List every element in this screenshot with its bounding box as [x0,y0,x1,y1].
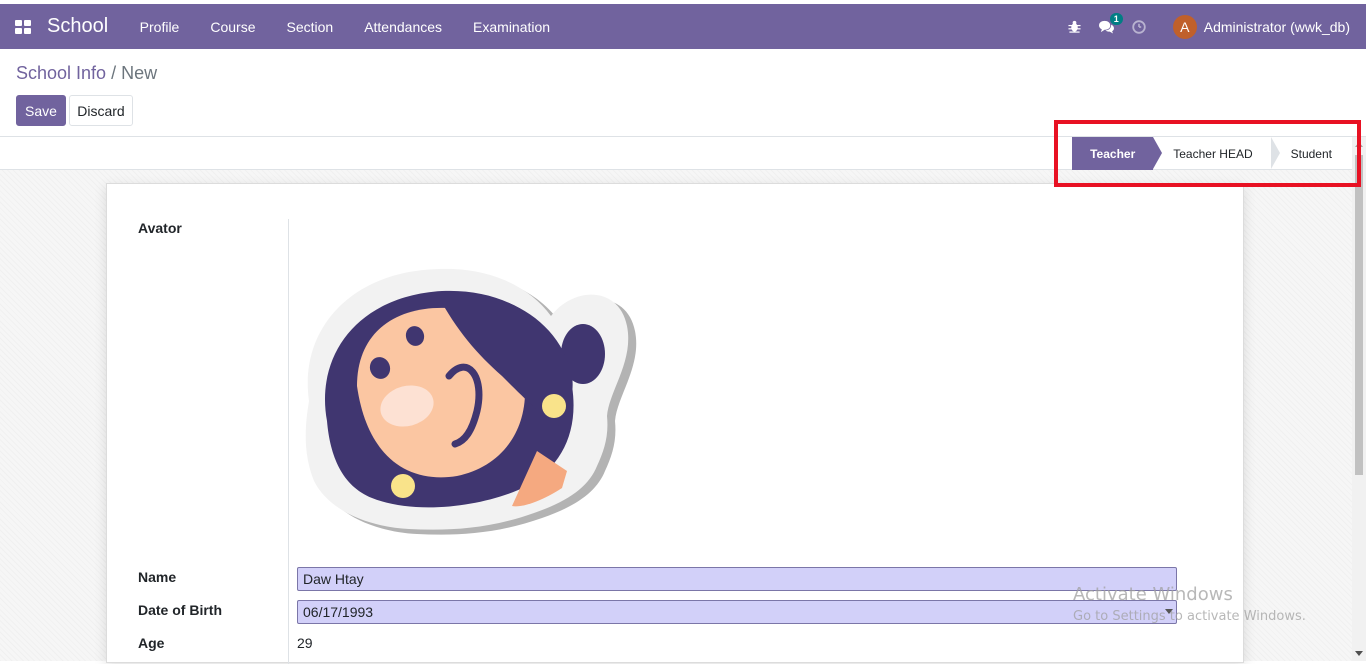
activity-clock-icon[interactable] [1123,4,1155,49]
menu-section[interactable]: Section [271,19,349,35]
name-label: Name [138,569,177,585]
save-button[interactable]: Save [16,95,66,126]
dob-label: Date of Birth [138,602,222,618]
avatar-image[interactable] [297,236,637,536]
dob-input[interactable]: 06/17/1993 [297,600,1177,624]
discard-button[interactable]: Discard [69,95,133,126]
scroll-thumb[interactable] [1355,155,1363,475]
top-navbar: School Profile Course Section Attendance… [0,4,1366,49]
app-brand[interactable]: School [47,15,108,38]
menu-attendances[interactable]: Attendances [349,19,458,35]
name-input[interactable]: Daw Htay [297,567,1177,591]
user-name: Administrator (wwk_db) [1203,18,1350,35]
windows-activation-watermark: Activate Windows Go to Settings to activ… [1073,584,1306,624]
age-value: 29 [297,635,313,651]
watermark-subtitle: Go to Settings to activate Windows. [1073,609,1306,624]
menu-course[interactable]: Course [195,19,271,35]
messages-icon[interactable]: 1 [1091,4,1123,49]
dob-value: 06/17/1993 [303,604,374,620]
label-divider [288,219,289,664]
menu-profile[interactable]: Profile [124,19,195,35]
systray: 1 A Administrator (wwk_db) [1059,4,1366,49]
breadcrumb-separator: / [111,63,117,83]
apps-menu-icon[interactable] [15,19,31,34]
debug-bug-icon[interactable] [1059,4,1091,49]
breadcrumb-parent[interactable]: School Info [16,63,106,83]
highlight-annotation-box [1054,120,1361,187]
breadcrumb: School Info / New [16,63,157,84]
age-label: Age [138,635,165,651]
page-scrollbar[interactable] [1352,137,1366,661]
menu-examination[interactable]: Examination [458,19,566,35]
scroll-down-arrow-icon[interactable] [1355,651,1363,656]
user-avatar: A [1172,14,1197,39]
avatar-label: Avator [138,220,182,236]
watermark-title: Activate Windows [1073,584,1233,605]
breadcrumb-current: New [121,63,158,83]
messages-count-badge: 1 [1109,13,1123,25]
user-menu[interactable]: A Administrator (wwk_db) [1172,14,1350,39]
